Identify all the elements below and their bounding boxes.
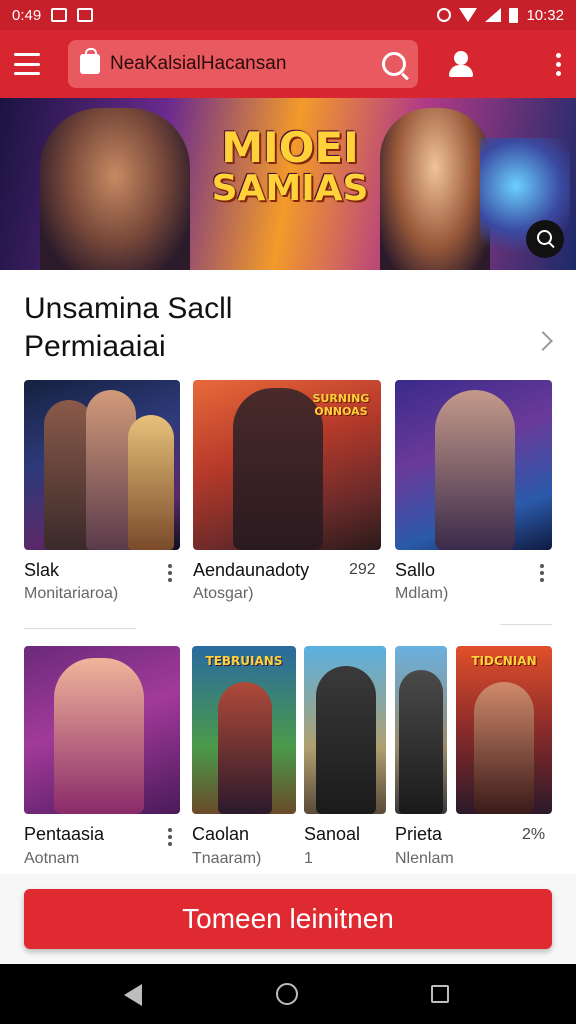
status-time-right: 10:32 bbox=[526, 6, 564, 24]
zoom-icon[interactable] bbox=[526, 220, 564, 258]
hero-heroine-art bbox=[380, 108, 490, 270]
primary-cta-button[interactable]: Tomeen leinitnen bbox=[24, 889, 552, 949]
card-title: Caolan bbox=[192, 824, 250, 844]
wifi-icon bbox=[459, 8, 478, 22]
search-input[interactable] bbox=[110, 53, 382, 75]
more-vert-icon[interactable] bbox=[554, 52, 562, 76]
status-bar: 0:49 10:32 bbox=[0, 0, 576, 30]
app-bar bbox=[0, 30, 576, 98]
game-thumbnail bbox=[395, 380, 552, 550]
card-subtitle: Tnaaram) bbox=[192, 850, 262, 867]
thumbnail-banner: TIDCNIAN bbox=[471, 654, 537, 668]
game-card[interactable]: TEBRUIANS Caolan Tnaaram) bbox=[192, 646, 296, 868]
card-title: Aendaunadoty bbox=[193, 560, 310, 580]
thumbnail-banner: TEBRUIANS bbox=[205, 654, 283, 668]
status-left: 0:49 bbox=[12, 6, 94, 24]
game-card[interactable]: Sanoal 1 bbox=[304, 646, 386, 868]
section-title-line1: Unsamina Sacll bbox=[24, 292, 233, 325]
game-thumbnail bbox=[304, 646, 386, 814]
game-card[interactable]: Sallo Mdlam) bbox=[395, 380, 553, 610]
alarm-icon bbox=[437, 8, 452, 22]
search-box[interactable] bbox=[68, 40, 418, 88]
game-thumbnail: TIDCNIAN bbox=[456, 646, 552, 814]
status-right: 10:32 bbox=[437, 7, 564, 24]
card-subtitle: 1 bbox=[304, 850, 313, 867]
card-subtitle: Mdlam) bbox=[395, 585, 449, 602]
divider bbox=[24, 628, 136, 629]
search-icon[interactable] bbox=[382, 52, 406, 76]
thumbnail-banner: SURNING ONNOAS bbox=[312, 392, 370, 418]
game-card[interactable]: Prieta Nlenlam bbox=[395, 646, 454, 868]
card-subtitle: Nlenlam bbox=[395, 850, 454, 867]
card-subtitle: Aotnam bbox=[24, 850, 80, 867]
card-title: Sanoal bbox=[304, 824, 361, 844]
battery-icon bbox=[509, 7, 519, 23]
section-header[interactable]: Unsamina Sacll Permiaaiai bbox=[24, 290, 554, 366]
section-title-line2: Permiaaiai bbox=[24, 330, 166, 363]
shopping-bag-icon bbox=[80, 48, 100, 74]
status-time-left: 0:49 bbox=[12, 6, 42, 24]
card-meta: 2% bbox=[522, 826, 546, 843]
home-icon[interactable] bbox=[276, 983, 298, 1005]
divider bbox=[500, 624, 552, 625]
more-vert-icon[interactable] bbox=[540, 564, 544, 582]
recents-icon[interactable] bbox=[431, 985, 449, 1003]
account-icon[interactable] bbox=[446, 49, 476, 79]
game-card[interactable]: Slak Monitariaroa) bbox=[24, 380, 180, 610]
game-thumbnail bbox=[24, 380, 180, 550]
signal-icon bbox=[485, 8, 502, 22]
game-card[interactable]: SURNING ONNOAS Aendaunadoty Atosgar) 292 bbox=[193, 380, 383, 610]
section-title: Unsamina Sacll Permiaaiai bbox=[24, 290, 554, 366]
hero-title-line1: MIOEI bbox=[221, 123, 359, 172]
hero-title: MIOEI SAMIAS bbox=[210, 123, 370, 210]
game-card[interactable]: Pentaasia Aotnam bbox=[24, 646, 180, 868]
more-vert-icon[interactable] bbox=[168, 828, 172, 846]
game-thumbnail bbox=[395, 646, 447, 814]
game-thumbnail bbox=[24, 646, 180, 814]
card-title: Slak bbox=[24, 560, 60, 580]
game-thumbnail: SURNING ONNOAS bbox=[193, 380, 381, 550]
hero-warrior-art bbox=[40, 108, 190, 270]
hero-title-line2: SAMIAS bbox=[211, 168, 369, 210]
card-title: Prieta bbox=[395, 824, 443, 844]
card-title: Sallo bbox=[395, 560, 436, 580]
card-title: Pentaasia bbox=[24, 824, 105, 844]
card-meta: 292 bbox=[349, 561, 376, 578]
game-card[interactable]: TIDCNIAN 2% bbox=[456, 646, 552, 868]
back-icon[interactable] bbox=[124, 984, 142, 1006]
notification-icon bbox=[77, 8, 94, 22]
system-nav-bar bbox=[0, 964, 576, 1024]
game-thumbnail: TEBRUIANS bbox=[192, 646, 296, 814]
more-vert-icon[interactable] bbox=[168, 564, 172, 582]
menu-icon[interactable] bbox=[14, 53, 40, 75]
hero-banner[interactable]: MIOEI SAMIAS bbox=[0, 98, 576, 270]
card-subtitle: Monitariaroa) bbox=[24, 585, 119, 602]
image-icon bbox=[51, 8, 68, 22]
card-subtitle: Atosgar) bbox=[193, 585, 254, 602]
